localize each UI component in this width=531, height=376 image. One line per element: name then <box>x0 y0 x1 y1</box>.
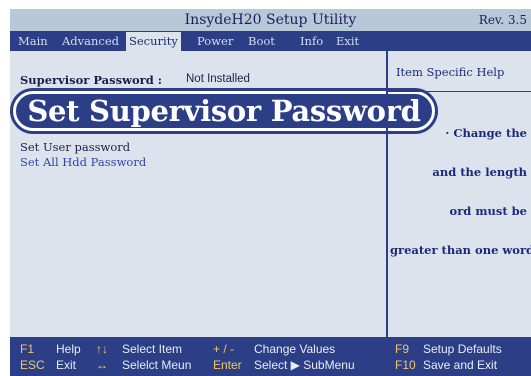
key-f9: F9 <box>395 342 410 356</box>
leftright-arrow-icon: ↔ <box>96 358 108 372</box>
key-plus-minus: + / - <box>213 342 235 356</box>
menu-item-exit[interactable]: Exit <box>336 34 359 48</box>
key-f1-desc: Help <box>56 342 81 356</box>
menu-item-boot[interactable]: Boot <box>248 34 275 48</box>
select-submenu-desc: Select ▶ SubMenu <box>254 358 355 372</box>
security-panel: Supervisor Password : Not Installed Set … <box>10 51 531 337</box>
revision-label: Rev. 3.5 <box>478 13 527 27</box>
bios-setup-screen: InsydeH20 Setup Utility Rev. 3.5 Main Ad… <box>0 0 531 376</box>
title-bar: InsydeH20 Setup Utility Rev. 3.5 <box>10 9 531 31</box>
key-f10: F10 <box>395 358 416 372</box>
help-text: · Change the and the length ord must be … <box>388 101 531 283</box>
help-line: greater than one word. <box>390 243 531 257</box>
set-user-password-option[interactable]: Set User password <box>20 140 130 154</box>
updown-arrows-icon: ↑↓ <box>96 342 108 356</box>
help-divider <box>388 91 531 92</box>
menu-item-advanced[interactable]: Advanced <box>62 34 119 48</box>
key-esc: ESC <box>20 358 45 372</box>
help-line: and the length <box>432 165 527 179</box>
setup-defaults-desc: Setup Defaults <box>423 342 502 356</box>
set-supervisor-password-callout[interactable]: Set Supervisor Password <box>13 91 435 131</box>
help-line: · Change the <box>445 126 527 140</box>
status-bar: F1 Help ↑↓ Select Item + / - Change Valu… <box>10 337 531 376</box>
supervisor-password-status: Not Installed <box>186 73 250 85</box>
menu-item-main[interactable]: Main <box>18 34 48 48</box>
set-all-hdd-password-option[interactable]: Set All Hdd Password <box>20 155 146 169</box>
exit-desc: Exit <box>56 358 77 372</box>
menu-item-security[interactable]: Security <box>126 32 181 51</box>
menu-item-power[interactable]: Power <box>197 34 233 48</box>
select-menu-desc: Selelct Meun <box>122 358 192 372</box>
window-title: InsydeH20 Setup Utility <box>184 12 357 28</box>
menu-item-info[interactable]: Info <box>300 34 323 48</box>
key-f1: F1 <box>20 342 35 356</box>
supervisor-password-label: Supervisor Password : <box>20 73 162 87</box>
menu-bar: Main Advanced Security Power Boot Info E… <box>10 31 531 51</box>
help-title: Item Specific Help <box>396 65 505 79</box>
save-and-exit-desc: Save and Exit <box>423 358 498 372</box>
set-supervisor-password-label: Set Supervisor Password <box>27 94 421 128</box>
help-line: ord must be <box>449 204 527 218</box>
change-values-desc: Change Values <box>254 342 336 356</box>
key-enter: Enter <box>213 358 242 372</box>
select-item-desc: Select Item <box>122 342 183 356</box>
